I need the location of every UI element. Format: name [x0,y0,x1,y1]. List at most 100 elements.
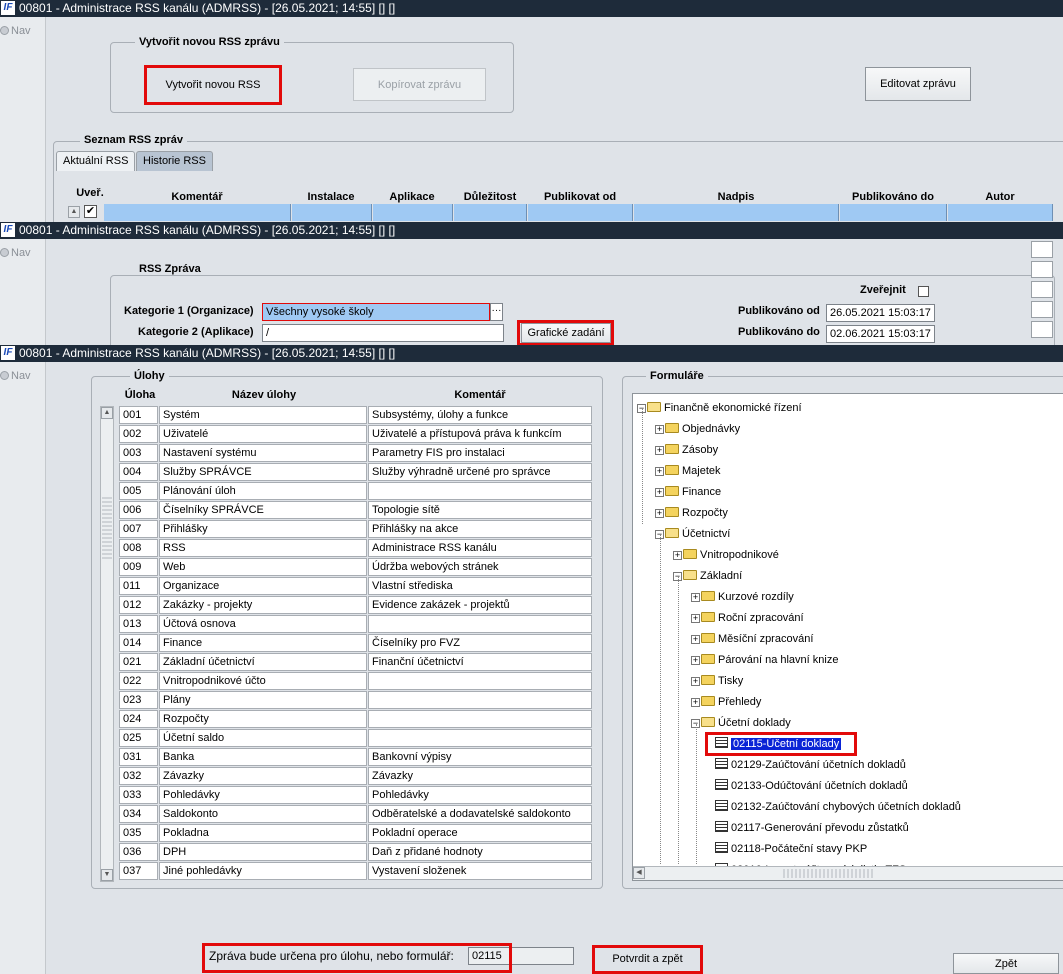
expand-icon[interactable]: + [691,614,700,623]
tree-form-node[interactable]: 02132-Zaúčtování chybových účetních dokl… [709,798,961,816]
nav-toggle[interactable]: Nav [0,25,31,37]
expand-icon[interactable]: + [691,698,700,707]
table-row[interactable]: 013 Účtová osnova [119,615,593,634]
tree-folder-node[interactable]: + Zásoby [655,441,718,459]
tree-folder-node[interactable]: + Párování na hlavní knize [691,651,838,669]
task-code-cell[interactable]: 013 [119,615,158,633]
table-row[interactable]: 001 Systém Subsystémy, úlohy a funkce [119,406,593,425]
task-comment-cell[interactable]: Bankovní výpisy [368,748,592,766]
task-name-cell[interactable]: Přihlášky [159,520,367,538]
task-comment-cell[interactable]: Topologie sítě [368,501,592,519]
table-row[interactable]: 005 Plánování úloh [119,482,593,501]
back-button[interactable]: Zpět [953,953,1059,974]
task-name-cell[interactable]: Číselníky SPRÁVCE [159,501,367,519]
task-name-cell[interactable]: Pohledávky [159,786,367,804]
task-comment-cell[interactable]: Číselníky pro FVZ [368,634,592,652]
task-name-cell[interactable]: Organizace [159,577,367,595]
task-code-cell[interactable]: 006 [119,501,158,519]
tree-folder-node[interactable]: − Účetní doklady [691,714,791,732]
task-name-cell[interactable]: Web [159,558,367,576]
task-name-cell[interactable]: Účtová osnova [159,615,367,633]
task-name-cell[interactable]: Finance [159,634,367,652]
grid-cell[interactable] [1031,281,1053,298]
table-row[interactable]: 002 Uživatelé Uživatelé a přístupová práva… [119,425,593,444]
tree-folder-node[interactable]: + Objednávky [655,420,740,438]
task-comment-cell[interactable]: Subsystémy, úlohy a funkce [368,406,592,424]
table-row[interactable]: 024 Rozpočty [119,710,593,729]
tree-folder-node[interactable]: + Majetek [655,462,721,480]
grid-cell[interactable] [634,204,839,221]
table-row[interactable]: 012 Zakázky - projekty Evidence zakázek - … [119,596,593,615]
table-row[interactable]: 009 Web Údržba webových stránek [119,558,593,577]
table-row[interactable]: 008 RSS Administrace RSS kanálu [119,539,593,558]
table-row[interactable]: 037 Jiné pohledávky Vystavení složenek [119,862,593,881]
task-code-cell[interactable]: 034 [119,805,158,823]
tasks-scrollbar[interactable]: ▲ ▼ [100,406,114,882]
tab-current-rss[interactable]: Aktuální RSS [56,151,136,171]
ellipsis-icon[interactable]: ··· [490,303,503,321]
expand-icon[interactable]: + [691,635,700,644]
grid-cell[interactable] [1031,321,1053,338]
task-code-cell[interactable]: 009 [119,558,158,576]
task-name-cell[interactable]: RSS [159,539,367,557]
table-row[interactable]: 022 Vnitropodnikové účto [119,672,593,691]
grid-cell[interactable] [1031,241,1053,258]
task-name-cell[interactable]: Uživatelé [159,425,367,443]
tree-folder-node[interactable]: + Finance [655,483,721,501]
publish-checkbox[interactable] [918,286,929,297]
grid-cell[interactable] [104,204,291,221]
grid-cell[interactable] [1031,301,1053,318]
expand-icon[interactable]: + [655,425,664,434]
edit-message-button[interactable]: Editovat zprávu [865,67,971,101]
table-row[interactable]: 006 Číselníky SPRÁVCE Topologie sítě [119,501,593,520]
task-code-cell[interactable]: 011 [119,577,158,595]
grid-cell[interactable] [454,204,527,221]
task-name-cell[interactable]: Závazky [159,767,367,785]
task-code-cell[interactable]: 023 [119,691,158,709]
task-comment-cell[interactable]: Přihlášky na akce [368,520,592,538]
task-name-cell[interactable]: Plánování úloh [159,482,367,500]
task-name-cell[interactable]: DPH [159,843,367,861]
task-comment-cell[interactable] [368,691,592,709]
table-row[interactable]: 031 Banka Bankovní výpisy [119,748,593,767]
scroll-up-icon[interactable]: ▲ [68,206,80,218]
task-comment-cell[interactable] [368,729,592,747]
task-comment-cell[interactable] [368,672,592,690]
task-name-cell[interactable]: Zakázky - projekty [159,596,367,614]
tree-folder-node[interactable]: + Přehledy [691,693,761,711]
scroll-thumb[interactable] [102,497,112,559]
tree-folder-node[interactable]: + Měsíční zpracování [691,630,813,648]
published-from-field[interactable]: 26.05.2021 15:03:17 [826,304,935,322]
published-to-field[interactable]: 02.06.2021 15:03:17 [826,325,935,343]
nav-toggle[interactable]: Nav [0,370,31,382]
tree-folder-node[interactable]: + Vnitropodnikové [673,546,779,564]
grid-cell[interactable] [292,204,372,221]
task-comment-cell[interactable]: Evidence zakázek - projektů [368,596,592,614]
task-name-cell[interactable]: Nastavení systému [159,444,367,462]
task-comment-cell[interactable]: Údržba webových stránek [368,558,592,576]
task-code-cell[interactable]: 032 [119,767,158,785]
tree-form-node[interactable]: 02117-Generování převodu zůstatků [709,819,909,837]
table-row[interactable]: 011 Organizace Vlastní střediska [119,577,593,596]
tree-folder-node[interactable]: − Finančně ekonomické řízení [637,399,802,417]
task-code-cell[interactable]: 002 [119,425,158,443]
task-comment-cell[interactable] [368,710,592,728]
grid-cell[interactable] [948,204,1053,221]
task-name-cell[interactable]: Jiné pohledávky [159,862,367,880]
task-comment-cell[interactable]: Administrace RSS kanálu [368,539,592,557]
table-row[interactable]: 023 Plány [119,691,593,710]
table-row[interactable]: 003 Nastavení systému Parametry FIS pro in… [119,444,593,463]
grid-cell[interactable] [840,204,947,221]
task-code-cell[interactable]: 022 [119,672,158,690]
expand-icon[interactable]: + [691,677,700,686]
table-row[interactable]: 007 Přihlášky Přihlášky na akce [119,520,593,539]
table-row[interactable]: 032 Závazky Závazky [119,767,593,786]
scroll-left-icon[interactable]: ◀ [633,867,645,879]
task-code-cell[interactable]: 033 [119,786,158,804]
task-name-cell[interactable]: Saldokonto [159,805,367,823]
task-code-cell[interactable]: 001 [119,406,158,424]
task-code-cell[interactable]: 021 [119,653,158,671]
table-row[interactable]: 025 Účetní saldo [119,729,593,748]
tree-folder-node[interactable]: + Roční zpracování [691,609,804,627]
task-comment-cell[interactable]: Odběratelské a dodavatelské saldokonto [368,805,592,823]
